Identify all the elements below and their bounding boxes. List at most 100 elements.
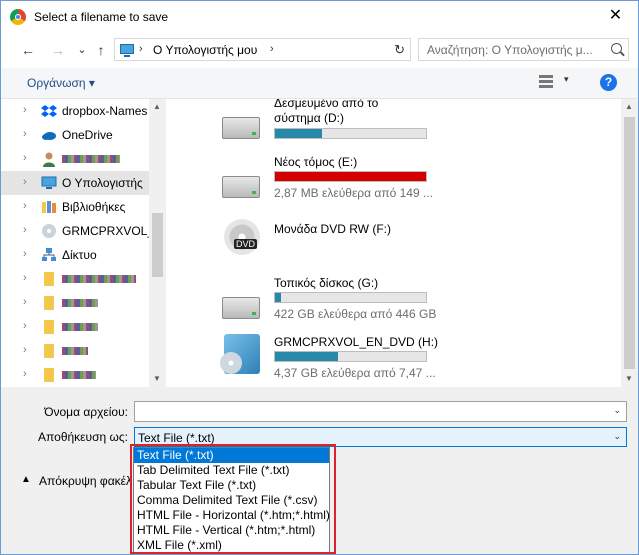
drive-item-g[interactable]: Τοπικός δίσκος (G:) 422 GB ελεύθερα από … <box>166 275 621 335</box>
sidebar-item-libraries[interactable]: › Βιβλιοθήκες <box>1 195 149 219</box>
address-bar[interactable]: › Ο Υπολογιστής μου › ↻ <box>114 38 411 61</box>
drive-usage-bar <box>274 351 427 362</box>
dropbox-icon <box>41 103 57 119</box>
file-type-option[interactable]: Tabular Text File (*.txt) <box>134 478 329 493</box>
chevron-right-icon[interactable]: › <box>23 272 27 284</box>
file-type-option[interactable]: Comma Delimited Text File (*.csv) <box>134 493 329 508</box>
folder-icon <box>44 344 54 358</box>
sidebar-item-label: GRMCPRXVOL_E <box>62 224 149 238</box>
drive-free-space: 422 GB ελεύθερα από 446 GB <box>274 307 437 321</box>
sidebar-item-label: Δίκτυο <box>62 248 97 262</box>
sidebar-item-folder[interactable]: › <box>1 363 149 387</box>
hide-folders-label[interactable]: Απόκρυψη φακέλ <box>39 474 132 488</box>
sidebar-item-computer[interactable]: › Ο Υπολογιστής <box>1 171 149 195</box>
chevron-right-icon[interactable]: › <box>23 128 27 140</box>
save-as-type-label: Αποθήκευση ως: <box>38 430 128 444</box>
title-bar: Select a filename to save ✕ <box>1 1 638 32</box>
chevron-right-icon[interactable]: › <box>23 248 27 260</box>
chevron-right-icon[interactable]: › <box>23 104 27 116</box>
scroll-down-icon[interactable]: ▼ <box>153 374 161 383</box>
command-bar: Οργάνωση ▾ ▾ ? <box>1 68 638 99</box>
chevron-right-icon[interactable]: › <box>23 344 27 356</box>
redacted-text <box>62 323 98 331</box>
dvd-drive-icon: DVD <box>224 219 260 255</box>
sidebar-item-label: Ο Υπολογιστής <box>62 176 143 190</box>
chevron-right-icon[interactable]: › <box>23 200 27 212</box>
network-icon <box>41 247 57 263</box>
scrollbar-thumb[interactable] <box>152 213 163 277</box>
save-as-type-select[interactable]: Text File (*.txt) ⌄ <box>134 427 627 447</box>
back-button[interactable]: ← <box>19 41 37 59</box>
drive-item-e[interactable]: Νέος τόμος (E:) 2,87 MB ελεύθερα από 149… <box>166 154 621 214</box>
drive-free-space: 2,87 MB ελεύθερα από 149 ... <box>274 186 433 200</box>
chevron-down-icon[interactable]: ⌄ <box>613 431 621 442</box>
file-type-option[interactable]: Tab Delimited Text File (*.txt) <box>134 463 329 478</box>
drive-item-h[interactable]: GRMCPRXVOL_EN_DVD (H:) 4,37 GB ελεύθερα … <box>166 332 621 387</box>
redacted-text <box>62 275 136 283</box>
drive-free-space: 4,37 GB ελεύθερα από 7,47 ... <box>274 366 436 380</box>
chevron-right-icon[interactable]: › <box>23 152 27 164</box>
sidebar-item-label: OneDrive <box>62 128 113 142</box>
sidebar-item-network[interactable]: › Δίκτυο <box>1 243 149 267</box>
sidebar-item-user[interactable]: › <box>1 147 149 171</box>
up-button[interactable]: ↑ <box>92 41 110 59</box>
dialog-title: Select a filename to save <box>34 10 169 24</box>
file-type-dropdown-list[interactable]: Text File (*.txt) Tab Delimited Text Fil… <box>133 447 330 553</box>
address-location[interactable]: Ο Υπολογιστής μου <box>153 43 257 57</box>
chevron-right-icon[interactable]: › <box>270 43 274 55</box>
search-placeholder[interactable]: Αναζήτηση: Ο Υπολογιστής μ... <box>427 43 599 57</box>
scroll-up-icon[interactable]: ▲ <box>153 102 161 111</box>
sidebar-item-dropbox[interactable]: › dropbox-Names <box>1 99 149 123</box>
file-type-option[interactable]: HTML File - Horizontal (*.htm;*.html) <box>134 508 329 523</box>
view-options-arrow[interactable]: ▾ <box>564 74 569 85</box>
sidebar-item-onedrive[interactable]: › OneDrive <box>1 123 149 147</box>
filename-input[interactable]: ⌄ <box>134 401 627 422</box>
nav-pane-scrollbar[interactable]: ▲ ▼ <box>149 99 166 387</box>
chevron-right-icon[interactable]: › <box>23 224 27 236</box>
organize-button[interactable]: Οργάνωση ▾ <box>27 76 95 90</box>
hide-folders-button[interactable]: ▲ Απόκρυψη φακέλ <box>21 474 132 488</box>
chevron-down-icon[interactable]: ⌄ <box>613 405 621 416</box>
drive-item-f[interactable]: DVD Μονάδα DVD RW (F:) <box>166 217 621 277</box>
sidebar-item-folder[interactable]: › <box>1 315 149 339</box>
chevron-right-icon[interactable]: › <box>23 320 27 332</box>
sidebar-item-grmcprxvol[interactable]: › GRMCPRXVOL_E <box>1 219 149 243</box>
forward-button[interactable]: → <box>49 41 67 59</box>
search-icon[interactable] <box>611 43 622 54</box>
chevron-right-icon[interactable]: › <box>23 368 27 380</box>
scroll-up-icon[interactable]: ▲ <box>625 102 633 111</box>
sidebar-item-folder[interactable]: › <box>1 291 149 315</box>
file-type-option[interactable]: HTML File - Vertical (*.htm;*.html) <box>134 523 329 538</box>
recent-locations-button[interactable]: ⌄ <box>73 41 91 59</box>
drive-name: Δεσμευμένο από το <box>274 99 379 110</box>
chevron-right-icon[interactable]: › <box>139 43 143 55</box>
sidebar-item-folder[interactable]: › <box>1 267 149 291</box>
filename-label: Όνομα αρχείου: <box>44 405 128 419</box>
sidebar-item-folder[interactable]: › <box>1 339 149 363</box>
chevron-right-icon[interactable]: › <box>23 176 27 188</box>
chevron-right-icon[interactable]: › <box>23 296 27 308</box>
help-icon[interactable]: ? <box>600 74 617 91</box>
navigation-bar: ← → ⌄ ↑ › Ο Υπολογιστής μου › ↻ Αναζήτησ… <box>1 32 638 68</box>
drive-item-d[interactable]: Δεσμευμένο από το σύστημα (D:) <box>166 99 621 159</box>
chevron-up-icon[interactable]: ▲ <box>21 474 31 485</box>
scroll-down-icon[interactable]: ▼ <box>625 374 633 383</box>
drive-name: Νέος τόμος (E:) <box>274 155 358 169</box>
save-as-type-value[interactable]: Text File (*.txt) <box>138 431 215 445</box>
file-type-option[interactable]: Text File (*.txt) <box>134 448 329 463</box>
content-scrollbar[interactable]: ▲ ▼ <box>621 99 638 387</box>
folder-icon <box>44 272 54 286</box>
install-disc-icon <box>220 334 260 374</box>
folder-icon <box>44 296 54 310</box>
redacted-text <box>62 299 98 307</box>
scrollbar-thumb[interactable] <box>624 117 635 369</box>
view-options-icon[interactable] <box>539 74 553 88</box>
onedrive-icon <box>41 127 57 143</box>
search-box[interactable]: Αναζήτηση: Ο Υπολογιστής μ... <box>418 38 629 61</box>
disc-icon <box>41 223 57 239</box>
hard-drive-icon <box>222 176 260 198</box>
sidebar-item-label: dropbox-Names <box>62 104 148 118</box>
close-button[interactable]: ✕ <box>593 1 638 31</box>
refresh-icon[interactable]: ↻ <box>394 42 405 58</box>
file-type-option[interactable]: XML File (*.xml) <box>134 538 329 552</box>
